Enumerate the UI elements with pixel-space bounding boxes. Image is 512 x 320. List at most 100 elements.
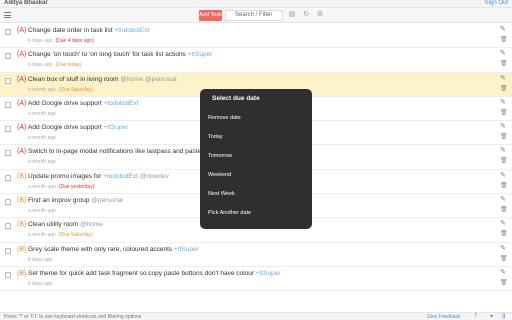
keyboard-hint: Press '?' or 'F1' to see keyboard shortc… xyxy=(4,314,142,320)
delete-icon[interactable]: 🗑 xyxy=(500,110,508,117)
sign-out-link[interactable]: Sign Out xyxy=(485,0,508,6)
task-checkbox[interactable] xyxy=(5,150,11,157)
option-weekend[interactable]: Weekend xyxy=(208,172,231,178)
delete-icon[interactable]: 🗑 xyxy=(500,134,508,141)
task-meta: a month ago (Due yesterday) xyxy=(28,184,94,190)
edit-icon[interactable]: ✎ xyxy=(500,220,507,227)
delete-icon[interactable]: 🗑 xyxy=(500,86,508,93)
task-title[interactable]: Add Google drive support +todobotExt xyxy=(28,100,138,107)
task-project[interactable]: +todobotExt xyxy=(103,173,138,180)
task-meta: 6 days ago (Due 4 days ago) xyxy=(28,38,94,44)
edit-icon[interactable]: ✎ xyxy=(500,99,507,106)
task-meta: 6 days ago xyxy=(28,257,52,263)
task-context[interactable]: @home xyxy=(80,221,103,228)
task-title[interactable]: Find an improv group @personal xyxy=(28,197,123,204)
option-remove-date[interactable]: Remove date xyxy=(208,115,241,121)
edit-icon[interactable]: ✎ xyxy=(500,26,507,33)
task-meta: a month ago (Due Saturday) xyxy=(28,232,93,238)
task-title[interactable]: Grey scale theme with only rare, coloure… xyxy=(28,246,199,253)
delete-icon[interactable]: 🗑 xyxy=(500,61,508,68)
add-task-button[interactable]: Add Task xyxy=(199,10,222,21)
task-title[interactable]: Clean utility room @home xyxy=(28,221,103,228)
task-title[interactable]: Clean box of stuff in living room @home … xyxy=(28,76,177,83)
feedback-link[interactable]: Give Feedback xyxy=(427,314,461,320)
task-age: a month ago xyxy=(28,110,56,117)
edit-icon[interactable]: ✎ xyxy=(500,75,507,82)
task-row[interactable]: (B) Set theme for quick add task fragment… xyxy=(0,267,512,292)
edit-icon[interactable]: ✎ xyxy=(500,245,507,252)
task-checkbox[interactable] xyxy=(5,271,11,278)
edit-icon[interactable]: ✎ xyxy=(500,147,507,154)
task-checkbox[interactable] xyxy=(5,53,11,60)
edit-icon[interactable]: ✎ xyxy=(500,196,507,203)
menu-icon[interactable] xyxy=(4,12,11,18)
delete-icon[interactable]: 🗑 xyxy=(500,183,508,190)
task-priority: (B) xyxy=(17,172,27,180)
edit-icon[interactable]: ✎ xyxy=(500,269,507,276)
task-text: Change 'on touch' to 'on long touch' for… xyxy=(28,51,186,59)
task-checkbox[interactable] xyxy=(5,199,11,206)
task-row[interactable]: (A) Change date order in task list +todob… xyxy=(0,24,512,49)
task-project[interactable]: +todobotExt xyxy=(114,27,149,34)
twitter-icon[interactable]: ✦ xyxy=(489,313,494,320)
delete-icon[interactable]: 🗑 xyxy=(500,256,508,263)
delete-icon[interactable]: 🗑 xyxy=(500,280,508,287)
googleplus-icon[interactable]: g xyxy=(502,313,505,319)
task-project[interactable]: +ttSuper xyxy=(188,51,213,58)
option-tomorrow[interactable]: Tomorrow xyxy=(208,153,232,159)
option-pick-another-date[interactable]: Pick Another date xyxy=(208,210,251,216)
task-row[interactable]: (A) Change 'on touch' to 'on long touch' … xyxy=(0,48,512,73)
task-priority: (B) xyxy=(17,221,27,229)
task-due: (Due 4 days ago) xyxy=(55,38,94,44)
task-title[interactable]: Add Google drive support +ttSuper xyxy=(28,124,128,131)
task-checkbox[interactable] xyxy=(5,29,11,35)
task-priority: (A) xyxy=(17,148,27,156)
task-project[interactable]: +ttSuper xyxy=(174,246,199,253)
task-context[interactable]: @personal xyxy=(91,197,123,204)
delete-icon[interactable]: 🗑 xyxy=(500,231,508,238)
task-checkbox[interactable] xyxy=(5,247,11,254)
task-context[interactable]: @home @personal xyxy=(120,76,176,83)
refresh-icon[interactable]: ↻ xyxy=(302,11,310,19)
task-project[interactable]: +ttSuper xyxy=(256,270,281,277)
task-meta: a month ago xyxy=(28,159,56,165)
task-row[interactable]: (B) Grey scale theme with only rare, colo… xyxy=(0,243,512,267)
option-today[interactable]: Today xyxy=(208,134,223,140)
task-text: Grey scale theme with only rare, coloure… xyxy=(28,245,173,253)
task-project[interactable]: +todobotExt xyxy=(104,100,139,107)
task-due: (Due Saturday) xyxy=(58,86,93,93)
edit-icon[interactable]: ✎ xyxy=(500,172,507,179)
delete-icon[interactable]: 🗑 xyxy=(500,37,508,44)
edit-icon[interactable]: ✎ xyxy=(500,123,507,130)
task-text: Find an improv group xyxy=(28,197,90,205)
task-due: (Due Saturday) xyxy=(58,232,93,239)
task-age: a month ago xyxy=(28,159,56,166)
task-title[interactable]: Change 'on touch' to 'on long touch' for… xyxy=(28,51,212,58)
task-checkbox[interactable] xyxy=(5,101,11,108)
task-priority: (B) xyxy=(17,197,27,205)
task-title[interactable]: Change date order in task list +todobotE… xyxy=(28,27,149,34)
delete-icon[interactable]: 🗑 xyxy=(500,207,508,214)
task-title[interactable]: Set theme for quick add task fragment so… xyxy=(28,270,281,277)
task-checkbox[interactable] xyxy=(5,126,11,133)
option-next-week[interactable]: Next Week xyxy=(208,191,235,197)
task-checkbox[interactable] xyxy=(5,223,11,230)
task-age: 6 days ago xyxy=(28,256,53,263)
task-checkbox[interactable] xyxy=(5,77,11,84)
task-age: 6 days ago xyxy=(28,280,53,287)
delete-icon[interactable]: 🗑 xyxy=(500,158,508,165)
task-meta: a month ago xyxy=(28,208,56,214)
task-project[interactable]: +ttSuper xyxy=(104,124,129,131)
archive-icon[interactable]: ▤ xyxy=(288,11,296,19)
facebook-icon[interactable]: f xyxy=(475,313,477,319)
search-input[interactable]: Search / Filter xyxy=(225,10,283,21)
task-meta: a month ago (Due Saturday) xyxy=(28,87,93,93)
task-title[interactable]: Switch to in-page modal notifications li… xyxy=(28,148,212,155)
settings-icon[interactable]: ⚙ xyxy=(316,11,324,19)
task-context[interactable]: @nowdev xyxy=(140,173,169,180)
task-checkbox[interactable] xyxy=(5,174,11,181)
task-text: Update promo images for xyxy=(28,172,102,180)
task-title[interactable]: Update promo images for +todobotExt @now… xyxy=(28,173,169,180)
task-due: (Due today) xyxy=(55,62,82,69)
edit-icon[interactable]: ✎ xyxy=(500,50,507,57)
